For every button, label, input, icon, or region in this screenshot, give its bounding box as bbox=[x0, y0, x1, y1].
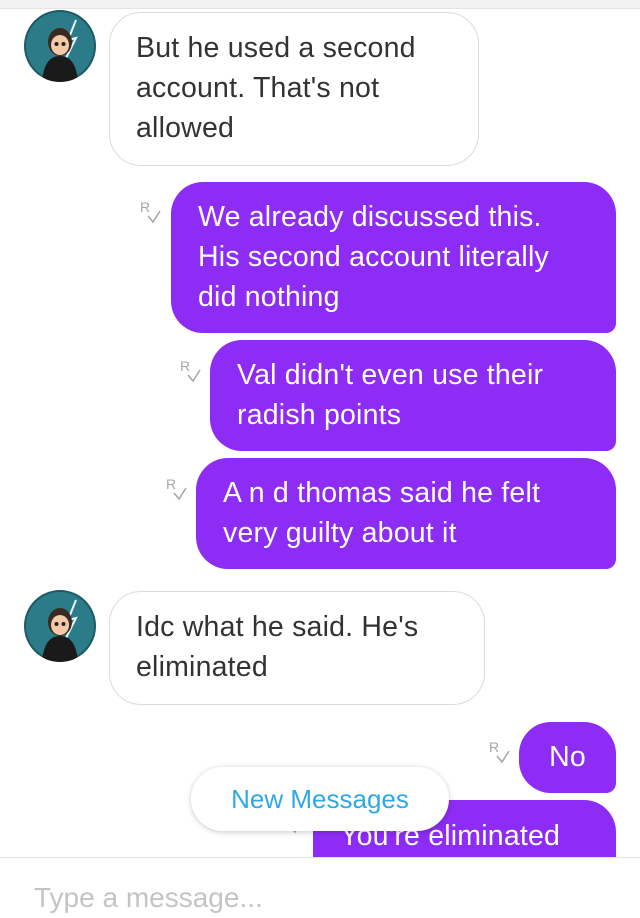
svg-text:R: R bbox=[180, 358, 190, 374]
message-text: But he used a second account. That's not… bbox=[136, 32, 416, 144]
message-text: A n d thomas said he felt very guilty ab… bbox=[223, 477, 541, 549]
message-text: We already discussed this. His second ac… bbox=[198, 201, 549, 313]
new-messages-label: New Messages bbox=[231, 784, 409, 814]
message-text: Val didn't even use their radish points bbox=[237, 359, 544, 431]
read-receipt-icon: R bbox=[164, 475, 188, 505]
contact-avatar[interactable] bbox=[24, 590, 96, 662]
new-messages-button[interactable]: New Messages bbox=[191, 767, 449, 831]
message-input[interactable] bbox=[34, 878, 594, 918]
incoming-message-bubble[interactable]: But he used a second account. That's not… bbox=[109, 12, 479, 166]
svg-text:R: R bbox=[166, 476, 176, 492]
message-text: Idc what he said. He's eliminated bbox=[136, 611, 419, 683]
read-receipt-icon: R bbox=[178, 357, 202, 387]
contact-avatar[interactable] bbox=[24, 10, 96, 82]
read-receipt-icon: R bbox=[138, 198, 162, 228]
avatar-icon bbox=[24, 10, 96, 82]
outgoing-message-bubble[interactable]: We already discussed this. His second ac… bbox=[171, 182, 616, 333]
svg-text:R: R bbox=[489, 739, 499, 755]
incoming-message-bubble[interactable]: Idc what he said. He's eliminated bbox=[109, 591, 485, 705]
outgoing-message-bubble[interactable]: No bbox=[519, 722, 616, 793]
message-composer bbox=[0, 857, 640, 918]
message-text: No bbox=[549, 741, 586, 773]
avatar-icon bbox=[24, 590, 96, 662]
read-receipt-icon: R bbox=[487, 738, 511, 768]
header-divider bbox=[0, 0, 640, 9]
outgoing-message-bubble[interactable]: A n d thomas said he felt very guilty ab… bbox=[196, 458, 616, 569]
outgoing-message-bubble[interactable]: Val didn't even use their radish points bbox=[210, 340, 616, 451]
svg-text:R: R bbox=[140, 199, 150, 215]
